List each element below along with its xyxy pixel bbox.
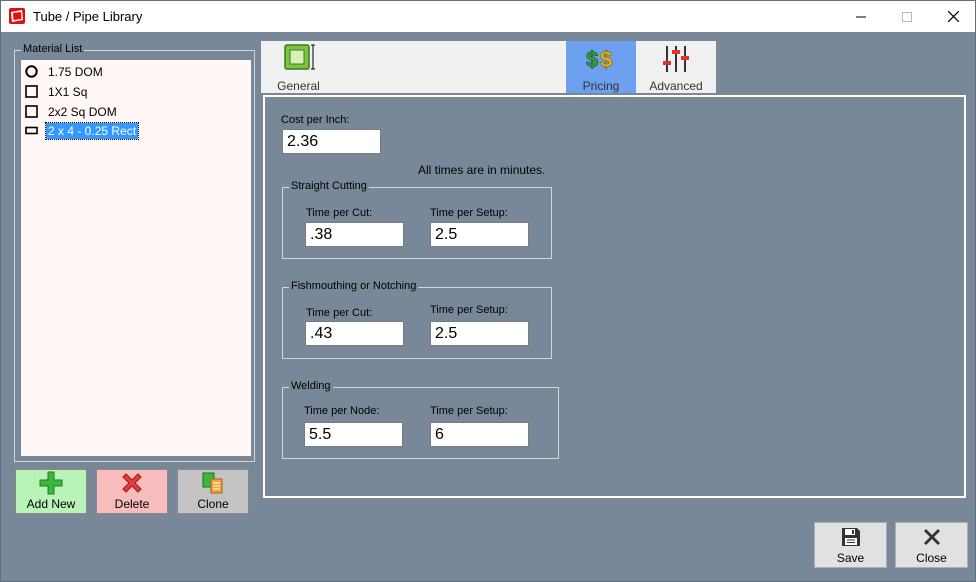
clone-button[interactable]: Clone [177,469,249,514]
rectangle-icon [25,126,38,135]
dollar-icon: $ $ [586,47,613,73]
tab-general[interactable]: General [261,41,336,93]
fish-time-per-setup-label: Time per Setup: [430,304,508,316]
maximize-icon [902,11,912,22]
list-item-selected[interactable]: 2 x 4 - 0.25 Rect [25,121,140,140]
delete-x-icon [122,473,142,493]
list-item-label: 1.75 DOM [48,64,103,79]
add-new-label: Add New [26,497,76,511]
minimize-button[interactable] [838,1,884,32]
floppy-disk-icon [841,528,860,546]
list-item-label: 2x2 Sq DOM [48,104,117,119]
fish-time-per-cut-label: Time per Cut: [306,307,373,319]
fish-time-per-setup-input[interactable] [430,321,529,346]
cost-per-inch-input[interactable] [282,129,381,154]
straight-time-per-cut-label: Time per Cut: [306,207,373,219]
list-item[interactable]: 2x2 Sq DOM [25,103,119,120]
plus-icon [39,471,63,495]
welding-time-per-node-input[interactable] [304,422,403,447]
clone-documents-icon [202,472,223,494]
clone-label: Clone [197,497,229,511]
save-label: Save [836,551,865,565]
list-item-label: 2 x 4 - 0.25 Rect [44,121,140,140]
delete-button[interactable]: Delete [96,469,168,514]
close-label: Close [916,551,947,565]
list-item[interactable]: 1X1 Sq [25,83,89,100]
close-x-icon [923,529,940,545]
list-item[interactable]: 1.75 DOM [25,63,105,80]
welding-time-per-setup-label: Time per Setup: [430,405,508,417]
straight-time-per-setup-input[interactable] [430,222,529,247]
square-icon [25,85,38,98]
svg-text:$: $ [586,47,598,72]
save-button[interactable]: Save [814,522,887,568]
fish-time-per-cut-input[interactable] [305,321,404,346]
maximize-button[interactable] [884,1,930,32]
close-icon [947,11,959,22]
pricing-panel: Cost per Inch: All times are in minutes.… [263,95,966,498]
cost-per-inch-label: Cost per Inch: [281,114,350,126]
material-list-legend: Material List [21,43,85,55]
circle-icon [25,65,38,78]
straight-time-per-setup-label: Time per Setup: [430,207,508,219]
tube-profile-icon [283,44,315,70]
tab-advanced[interactable]: Advanced [641,41,711,93]
welding-time-per-setup-input[interactable] [430,422,529,447]
square-icon [25,105,38,118]
window-title: Tube / Pipe Library [33,9,143,24]
sliders-icon [663,46,689,72]
fishmouthing-legend: Fishmouthing or Notching [289,280,419,292]
welding-time-per-node-label: Time per Node: [304,405,380,417]
delete-label: Delete [114,497,150,511]
tab-pricing[interactable]: $ $ Pricing [566,41,636,93]
times-note: All times are in minutes. [418,163,546,177]
welding-legend: Welding [289,380,333,392]
app-logo-icon [9,8,25,24]
title-bar[interactable]: Tube / Pipe Library [1,1,975,32]
tube-pipe-library-window: Tube / Pipe Library Material List 1.75 D… [0,0,976,582]
straight-cutting-legend: Straight Cutting [289,180,369,192]
tab-general-label: General [277,79,320,93]
client-area: Material List 1.75 DOM 1X1 Sq 2x2 Sq DOM… [1,32,975,581]
close-button[interactable]: Close [895,522,968,568]
material-list[interactable]: 1.75 DOM 1X1 Sq 2x2 Sq DOM 2 x 4 - 0.25 … [20,59,252,457]
add-new-button[interactable]: Add New [15,469,87,514]
tab-pricing-label: Pricing [582,79,620,93]
tab-strip: General $ $ Pricing Advanced [261,41,716,93]
minimize-icon [856,16,866,17]
straight-time-per-cut-input[interactable] [305,222,404,247]
tab-advanced-label: Advanced [649,79,703,93]
list-item-label: 1X1 Sq [48,84,88,99]
close-window-button[interactable] [930,1,975,32]
svg-text:$: $ [600,47,612,72]
